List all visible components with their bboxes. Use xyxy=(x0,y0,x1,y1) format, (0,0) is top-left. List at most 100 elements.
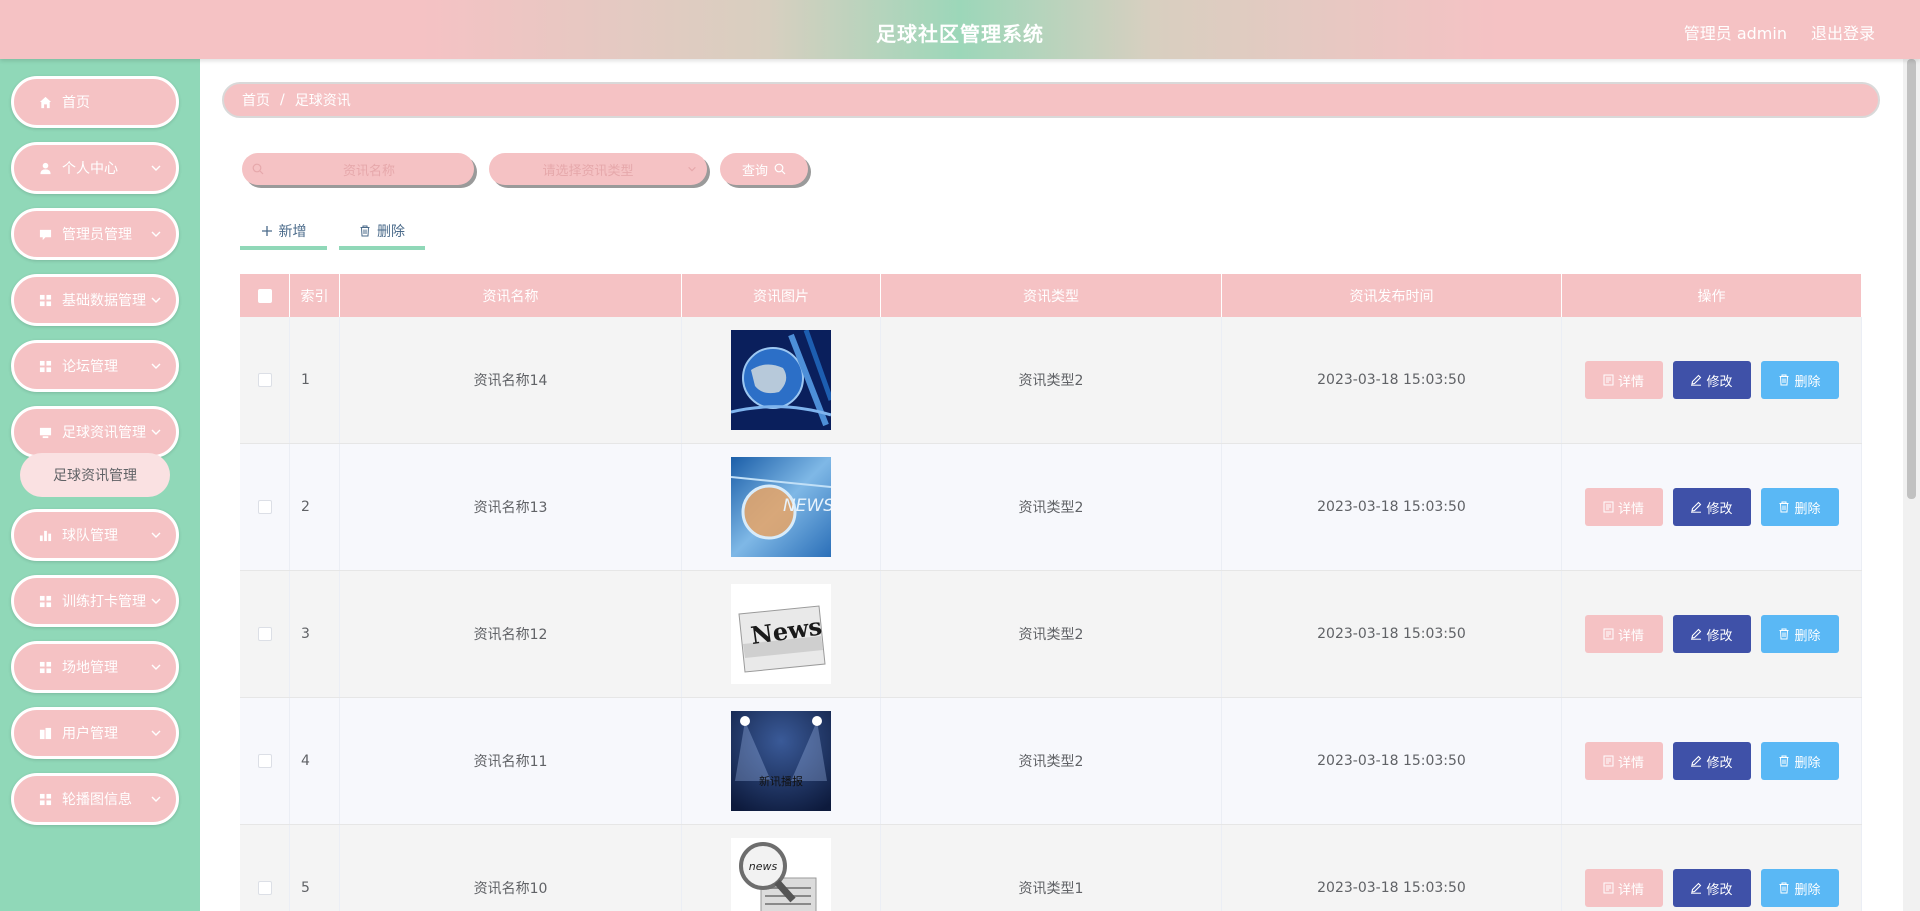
plus-icon xyxy=(261,225,272,236)
edit-button[interactable]: 修改 xyxy=(1672,488,1751,526)
pencil-icon xyxy=(1691,882,1702,894)
sidebar-item-admin-management[interactable]: 管理员管理 xyxy=(11,208,179,260)
page-scrollbar[interactable] xyxy=(1903,59,1920,911)
chevron-down-icon xyxy=(151,297,161,303)
row-index: 1 xyxy=(290,317,340,443)
breadcrumb-home[interactable]: 首页 xyxy=(242,90,270,110)
row-checkbox[interactable] xyxy=(257,881,272,895)
column-header-actions: 操作 xyxy=(1562,274,1862,317)
row-actions: 详情 修改 删除 xyxy=(1562,825,1862,911)
detail-button[interactable]: 详情 xyxy=(1584,488,1663,526)
user-icon xyxy=(38,161,52,175)
document-icon xyxy=(1603,628,1614,640)
row-select-cell xyxy=(240,317,290,443)
row-image-cell: 新讯播报 xyxy=(682,698,881,824)
chevron-down-icon xyxy=(151,730,161,736)
grid-icon xyxy=(38,594,52,608)
query-button[interactable]: 查询 xyxy=(720,153,808,185)
search-icon xyxy=(774,163,786,175)
row-actions: 详情 修改 删除 xyxy=(1562,571,1862,697)
row-checkbox[interactable] xyxy=(257,500,272,514)
news-banner-image: NEWS xyxy=(731,457,831,557)
current-user-label: 管理员 admin xyxy=(1683,24,1787,43)
table-header: 索引 资讯名称 资讯图片 资讯类型 资讯发布时间 操作 xyxy=(240,274,1862,317)
header-user-area: 管理员 admin 退出登录 xyxy=(1684,20,1875,44)
sidebar-item-carousel[interactable]: 轮播图信息 xyxy=(11,773,179,825)
sidebar-item-personal-center[interactable]: 个人中心 xyxy=(11,142,179,194)
sidebar-item-home[interactable]: 首页 xyxy=(11,76,179,128)
row-news-name: 资讯名称14 xyxy=(340,317,682,443)
query-button-label: 查询 xyxy=(741,163,768,179)
row-news-name: 资讯名称12 xyxy=(340,571,682,697)
sidebar-subitem-football-news-management[interactable]: 足球资讯管理 xyxy=(20,453,170,497)
row-checkbox[interactable] xyxy=(257,754,272,768)
row-image-cell xyxy=(682,317,881,443)
sidebar-item-basic-data[interactable]: 基础数据管理 xyxy=(11,274,179,326)
pencil-icon xyxy=(1691,501,1702,513)
detail-button[interactable]: 详情 xyxy=(1584,361,1663,399)
row-news-type: 资讯类型2 xyxy=(881,317,1222,443)
row-select-cell xyxy=(240,571,290,697)
chevron-down-icon xyxy=(151,664,161,670)
table-row: 3 资讯名称12 News 资讯类型2 2023-03-18 15:03:50 … xyxy=(240,571,1862,698)
scrollbar-thumb[interactable] xyxy=(1907,59,1916,499)
svg-text:新讯播报: 新讯播报 xyxy=(759,774,803,788)
news-type-placeholder: 请选择资讯类型 xyxy=(542,163,634,179)
pencil-icon xyxy=(1691,755,1702,767)
row-checkbox[interactable] xyxy=(257,627,272,641)
trash-icon xyxy=(1779,755,1789,767)
chevron-down-icon xyxy=(151,796,161,802)
search-icon xyxy=(252,163,264,175)
edit-button[interactable]: 修改 xyxy=(1672,869,1751,907)
trash-icon xyxy=(1779,882,1789,894)
spotlight-news-image: 新讯播报 xyxy=(731,711,831,811)
detail-button[interactable]: 详情 xyxy=(1584,615,1663,653)
document-icon xyxy=(1603,501,1614,513)
select-all-checkbox[interactable] xyxy=(257,288,272,303)
sidebar-item-venue[interactable]: 场地管理 xyxy=(11,641,179,693)
table-row: 5 资讯名称10 news 资讯类型1 2023-03-18 15:03:50 … xyxy=(240,825,1862,911)
delete-button[interactable]: 删除 xyxy=(1760,742,1839,780)
edit-button[interactable]: 修改 xyxy=(1672,742,1751,780)
edit-button[interactable]: 修改 xyxy=(1672,615,1751,653)
delete-button[interactable]: 删除 xyxy=(1760,361,1839,399)
news-name-search-input[interactable]: 资讯名称 xyxy=(242,153,474,185)
newspaper-image: News xyxy=(731,584,831,684)
grid-icon xyxy=(38,660,52,674)
row-checkbox[interactable] xyxy=(257,373,272,387)
detail-button[interactable]: 详情 xyxy=(1584,869,1663,907)
pencil-icon xyxy=(1691,628,1702,640)
monitor-icon xyxy=(38,425,52,439)
add-button[interactable]: 新增 xyxy=(240,215,327,250)
batch-delete-button[interactable]: 删除 xyxy=(339,215,425,250)
row-publish-time: 2023-03-18 15:03:50 xyxy=(1222,698,1562,824)
column-header-name: 资讯名称 xyxy=(340,274,682,317)
detail-button[interactable]: 详情 xyxy=(1584,742,1663,780)
document-icon xyxy=(1603,755,1614,767)
add-button-label: 新增 xyxy=(278,223,307,240)
delete-button[interactable]: 删除 xyxy=(1760,488,1839,526)
sidebar-item-team[interactable]: 球队管理 xyxy=(11,509,179,561)
delete-button[interactable]: 删除 xyxy=(1760,615,1839,653)
sidebar-item-football-news[interactable]: 足球资讯管理 xyxy=(11,406,179,458)
document-icon xyxy=(1603,882,1614,894)
column-header-image: 资讯图片 xyxy=(682,274,881,317)
sidebar-item-forum[interactable]: 论坛管理 xyxy=(11,340,179,392)
edit-button[interactable]: 修改 xyxy=(1672,361,1751,399)
sidebar-item-user-management[interactable]: 用户管理 xyxy=(11,707,179,759)
breadcrumb-current: 足球资讯 xyxy=(294,93,351,109)
svg-text:news: news xyxy=(749,860,778,873)
sidebar-item-training-checkin[interactable]: 训练打卡管理 xyxy=(11,575,179,627)
row-image-cell: news xyxy=(682,825,881,911)
table-row: 2 资讯名称13 NEWS 资讯类型2 2023-03-18 15:03:50 … xyxy=(240,444,1862,571)
chevron-down-icon xyxy=(151,429,161,435)
delete-button[interactable]: 删除 xyxy=(1760,869,1839,907)
row-index: 4 xyxy=(290,698,340,824)
row-actions: 详情 修改 删除 xyxy=(1562,444,1862,570)
news-type-select[interactable]: 请选择资讯类型 xyxy=(489,153,707,185)
row-actions: 详情 修改 删除 xyxy=(1562,317,1862,443)
row-news-type: 资讯类型1 xyxy=(881,825,1222,911)
row-index: 2 xyxy=(290,444,340,570)
logout-link[interactable]: 退出登录 xyxy=(1811,20,1875,44)
chevron-down-icon xyxy=(151,532,161,538)
